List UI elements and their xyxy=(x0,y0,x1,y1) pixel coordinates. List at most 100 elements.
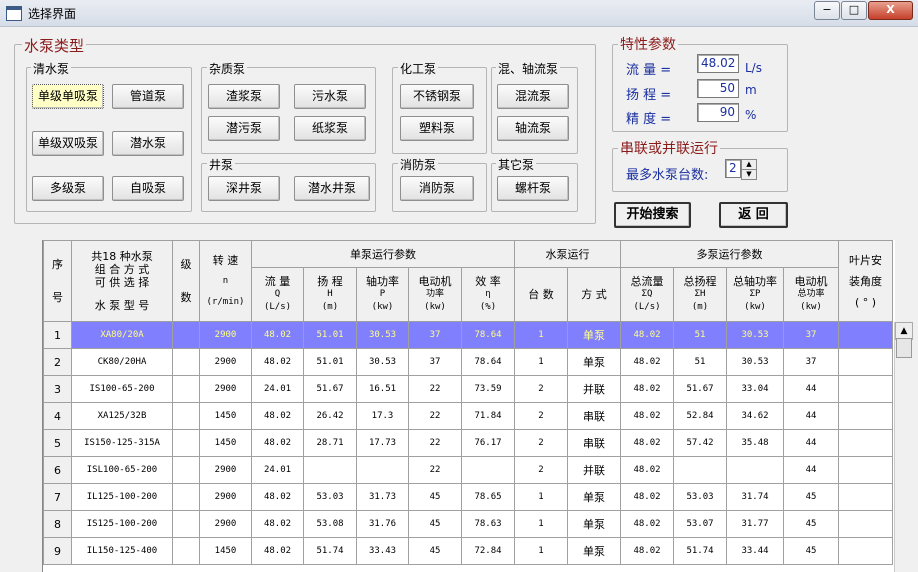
table-cell[interactable]: 48.02 xyxy=(620,510,674,538)
table-cell[interactable]: 22 xyxy=(408,456,462,484)
table-cell[interactable]: 17.73 xyxy=(356,429,409,457)
table-row[interactable]: 1 XA80/20A 2900 48.02 51.01 30.53 37 78.64 1 单泵 48… xyxy=(43,321,893,349)
table-cell[interactable]: 24.01 xyxy=(251,456,304,484)
row-number[interactable]: 6 xyxy=(43,456,72,484)
submersible-sewage-pump-button[interactable]: 潜污泵 xyxy=(208,116,280,141)
table-cell[interactable] xyxy=(172,456,200,484)
table-cell[interactable] xyxy=(356,456,409,484)
table-cell[interactable] xyxy=(172,321,200,349)
precision-input[interactable]: 90 xyxy=(697,103,739,122)
table-cell[interactable] xyxy=(838,510,893,538)
table-cell[interactable]: 1450 xyxy=(199,537,252,565)
table-cell[interactable]: 33.44 xyxy=(726,537,784,565)
axial-flow-pump-button[interactable]: 轴流泵 xyxy=(497,116,569,141)
table-cell[interactable]: 44 xyxy=(783,375,839,403)
table-cell[interactable]: 51.74 xyxy=(303,537,357,565)
table-cell[interactable]: 78.65 xyxy=(461,483,515,511)
table-cell[interactable]: 34.62 xyxy=(726,402,784,430)
table-cell[interactable]: 53.03 xyxy=(673,483,727,511)
head-input[interactable]: 50 xyxy=(697,79,739,98)
table-cell[interactable] xyxy=(172,537,200,565)
table-cell[interactable] xyxy=(172,510,200,538)
table-cell[interactable]: 76.17 xyxy=(461,429,515,457)
table-cell[interactable]: 48.02 xyxy=(620,483,674,511)
table-cell[interactable]: 51.67 xyxy=(673,375,727,403)
table-row[interactable]: 7 IL125-100-200 2900 48.02 53.03 31.73 45 78.65… xyxy=(43,483,893,511)
table-cell[interactable]: 57.42 xyxy=(673,429,727,457)
table-cell[interactable]: 1 xyxy=(514,510,568,538)
table-cell[interactable]: 1450 xyxy=(199,429,252,457)
table-row[interactable]: 2 CK80/20HA 2900 48.02 51.01 30.53 37 78.64 1 单泵 4… xyxy=(43,348,893,376)
table-cell[interactable]: 44 xyxy=(783,429,839,457)
table-cell[interactable]: 31.76 xyxy=(356,510,409,538)
start-search-button[interactable]: 开始搜索 xyxy=(614,202,691,228)
table-cell[interactable]: 45 xyxy=(783,537,839,565)
row-number[interactable]: 3 xyxy=(43,375,72,403)
screw-pump-button[interactable]: 螺杆泵 xyxy=(497,176,569,201)
table-cell[interactable]: 串联 xyxy=(567,429,621,457)
row-number[interactable]: 9 xyxy=(43,537,72,565)
table-cell[interactable]: 51 xyxy=(673,348,727,376)
table-cell[interactable]: 45 xyxy=(408,510,462,538)
table-cell[interactable]: 1 xyxy=(514,321,568,349)
table-cell[interactable]: 1450 xyxy=(199,402,252,430)
table-cell[interactable]: 48.02 xyxy=(620,321,674,349)
sewage-pump-button[interactable]: 污水泵 xyxy=(294,84,366,109)
table-cell[interactable]: 单泵 xyxy=(567,510,621,538)
table-cell[interactable]: 31.77 xyxy=(726,510,784,538)
table-cell[interactable]: IL150-125-400 xyxy=(71,537,173,565)
table-cell[interactable]: 48.02 xyxy=(620,348,674,376)
table-cell[interactable]: 2 xyxy=(514,402,568,430)
table-cell[interactable]: 单泵 xyxy=(567,537,621,565)
table-cell[interactable]: 48.02 xyxy=(620,456,674,484)
table-cell[interactable]: 71.84 xyxy=(461,402,515,430)
table-cell[interactable]: 22 xyxy=(408,375,462,403)
table-cell[interactable]: 2900 xyxy=(199,456,252,484)
table-cell[interactable]: 48.02 xyxy=(620,402,674,430)
table-cell[interactable]: XA125/32B xyxy=(71,402,173,430)
row-number[interactable]: 5 xyxy=(43,429,72,457)
pulp-pump-button[interactable]: 纸浆泵 xyxy=(294,116,366,141)
table-cell[interactable]: 48.02 xyxy=(251,348,304,376)
table-cell[interactable]: 51 xyxy=(673,321,727,349)
table-cell[interactable]: 45 xyxy=(408,537,462,565)
table-cell[interactable]: 33.04 xyxy=(726,375,784,403)
table-cell[interactable]: XA80/20A xyxy=(71,321,173,349)
table-cell[interactable] xyxy=(838,348,893,376)
table-cell[interactable]: 37 xyxy=(408,321,462,349)
table-cell[interactable]: 30.53 xyxy=(726,321,784,349)
table-cell[interactable]: 单泵 xyxy=(567,321,621,349)
table-cell[interactable] xyxy=(172,375,200,403)
table-cell[interactable]: 22 xyxy=(408,429,462,457)
row-number[interactable]: 1 xyxy=(43,321,72,349)
table-cell[interactable] xyxy=(838,429,893,457)
table-cell[interactable]: 44 xyxy=(783,456,839,484)
pipeline-pump-button[interactable]: 管道泵 xyxy=(112,84,184,109)
table-cell[interactable] xyxy=(673,456,727,484)
single-stage-double-suction-button[interactable]: 单级双吸泵 xyxy=(32,131,104,156)
table-cell[interactable]: 2 xyxy=(514,429,568,457)
maximize-button[interactable]: □ xyxy=(841,1,867,20)
table-cell[interactable]: 48.02 xyxy=(620,375,674,403)
table-cell[interactable]: 37 xyxy=(783,348,839,376)
table-cell[interactable]: 48.02 xyxy=(251,537,304,565)
table-cell[interactable]: 30.53 xyxy=(726,348,784,376)
table-cell[interactable]: 2 xyxy=(514,456,568,484)
table-cell[interactable] xyxy=(726,456,784,484)
table-cell[interactable]: 72.84 xyxy=(461,537,515,565)
table-cell[interactable]: 2900 xyxy=(199,483,252,511)
table-cell[interactable] xyxy=(303,456,357,484)
table-cell[interactable]: 并联 xyxy=(567,456,621,484)
table-row[interactable]: 9 IL150-125-400 1450 48.02 51.74 33.43 45 72.84… xyxy=(43,537,893,565)
table-cell[interactable]: 2900 xyxy=(199,321,252,349)
table-row[interactable]: 5 IS150-125-315A 1450 48.02 28.71 17.73 22 76.1… xyxy=(43,429,893,457)
table-cell[interactable]: 44 xyxy=(783,402,839,430)
table-cell[interactable]: 2900 xyxy=(199,375,252,403)
stainless-steel-pump-button[interactable]: 不锈钢泵 xyxy=(400,84,474,109)
table-cell[interactable]: 17.3 xyxy=(356,402,409,430)
table-cell[interactable] xyxy=(838,321,893,349)
table-row[interactable]: 6 ISL100-65-200 2900 24.01 22 2 并联 48.02 44 xyxy=(43,456,893,484)
table-cell[interactable]: 48.02 xyxy=(251,321,304,349)
table-cell[interactable]: 53.03 xyxy=(303,483,357,511)
minimize-button[interactable]: − xyxy=(814,1,840,20)
